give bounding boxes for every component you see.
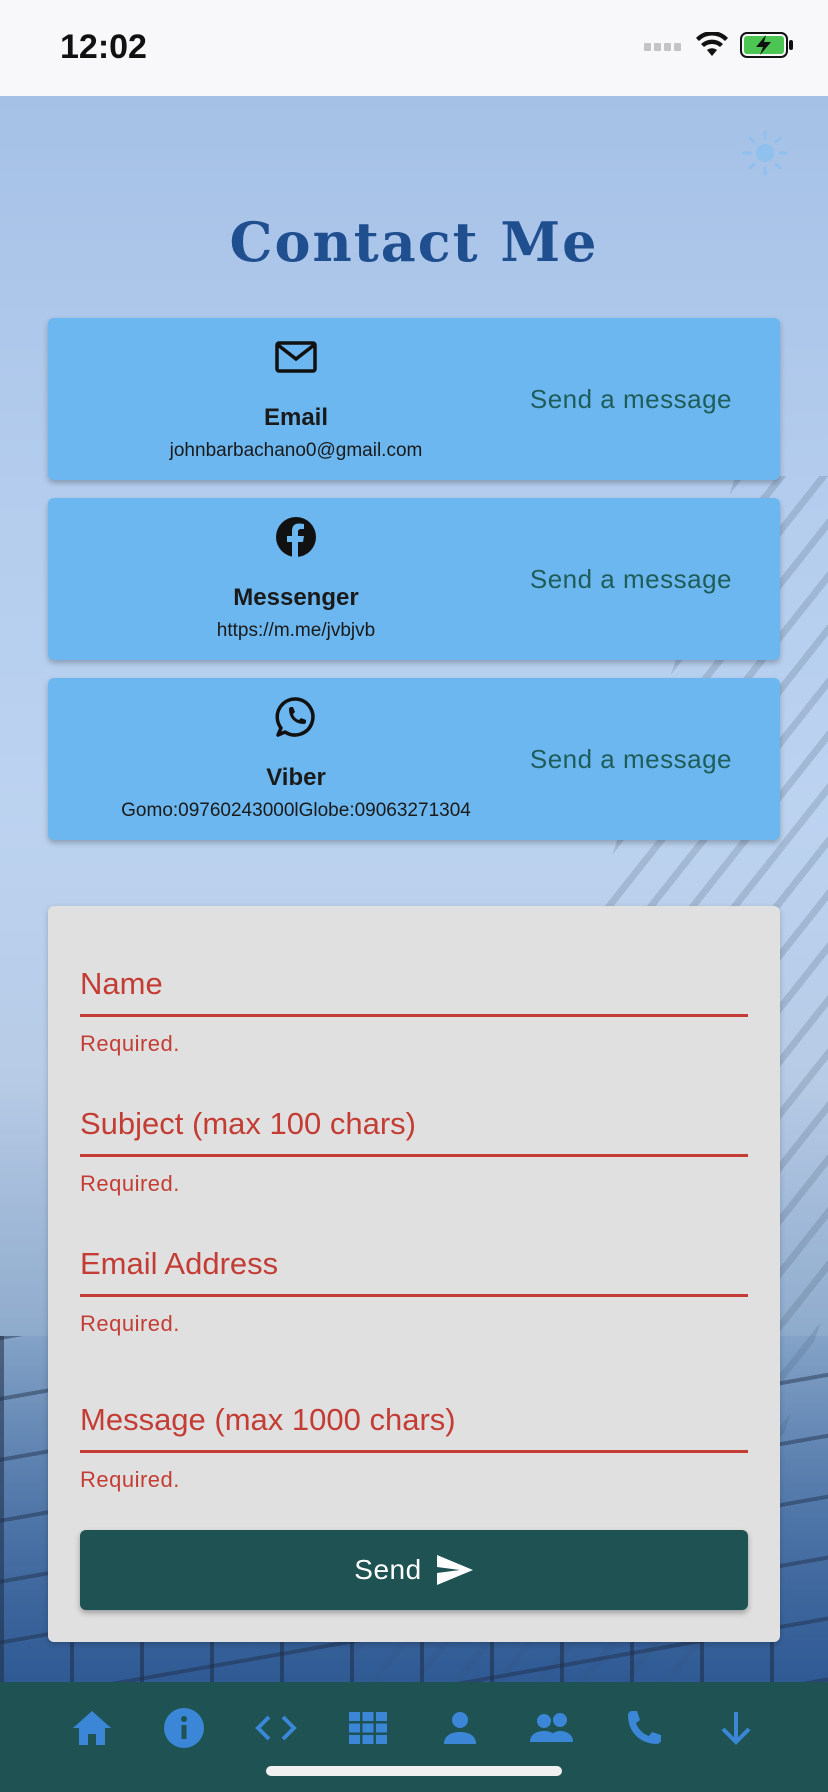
battery-icon — [740, 32, 793, 58]
name-error: Required. — [80, 1031, 180, 1056]
page-title: Contact Me — [229, 210, 599, 274]
home-icon — [73, 1711, 111, 1745]
send-icon — [436, 1555, 473, 1585]
subject-field[interactable]: Subject (max 100 chars) Required. — [80, 1106, 748, 1197]
send-message-link[interactable]: Send a message — [530, 498, 732, 660]
send-message-link[interactable]: Send a message — [530, 318, 732, 480]
message-error: Required. — [80, 1467, 180, 1492]
facebook-icon — [276, 517, 316, 558]
sun-icon[interactable] — [742, 130, 788, 176]
contact-form: Name Required. Subject (max 100 chars) R… — [48, 906, 780, 1642]
person-icon — [444, 1712, 476, 1744]
contact-card-email[interactable]: Email johnbarbachano0@gmail.com Send a m… — [48, 318, 780, 480]
status-icons — [644, 32, 794, 58]
send-button[interactable]: Send — [80, 1530, 748, 1610]
signal-icon — [644, 43, 681, 51]
nav-contact[interactable] — [620, 1704, 668, 1752]
nav-home[interactable] — [68, 1704, 116, 1752]
contact-card-messenger[interactable]: Messenger https://m.me/jvbjvb Send a mes… — [48, 498, 780, 660]
subject-error: Required. — [80, 1171, 180, 1196]
people-icon — [530, 1713, 573, 1742]
status-time: 12:02 — [60, 28, 147, 66]
nav-people[interactable] — [528, 1704, 576, 1752]
send-message-link[interactable]: Send a message — [530, 678, 732, 840]
name-input[interactable]: Name — [80, 966, 748, 1017]
contact-detail: Gomo:09760243000lGlobe:09063271304 — [121, 800, 471, 821]
contact-title: Messenger — [233, 584, 359, 611]
info-icon — [164, 1708, 204, 1748]
status-bar: 12:02 — [0, 0, 828, 96]
code-icon — [255, 1715, 297, 1741]
email-field[interactable]: Email Address Required. — [80, 1246, 748, 1337]
message-field[interactable]: Message (max 1000 chars) Required. — [80, 1402, 748, 1493]
phone-icon — [628, 1711, 661, 1744]
nav-about[interactable] — [160, 1704, 208, 1752]
whatsapp-icon — [275, 697, 315, 737]
contact-detail: johnbarbachano0@gmail.com — [169, 440, 423, 461]
nav-profile[interactable] — [436, 1704, 484, 1752]
contact-card-viber[interactable]: Viber Gomo:09760243000lGlobe:09063271304… — [48, 678, 780, 840]
mail-icon — [275, 341, 317, 373]
message-input[interactable]: Message (max 1000 chars) — [80, 1402, 748, 1453]
home-indicator — [266, 1766, 562, 1776]
contact-detail: https://m.me/jvbjvb — [216, 620, 376, 641]
wifi-icon — [696, 32, 728, 56]
email-error: Required. — [80, 1311, 180, 1336]
nav-code[interactable] — [252, 1704, 300, 1752]
arrow-down-icon — [721, 1712, 751, 1745]
name-field[interactable]: Name Required. — [80, 966, 748, 1057]
nav-apps[interactable] — [344, 1704, 392, 1752]
contact-title: Email — [263, 404, 329, 431]
contact-title: Viber — [266, 764, 326, 791]
nav-download[interactable] — [712, 1704, 760, 1752]
apps-icon — [349, 1712, 387, 1744]
subject-input[interactable]: Subject (max 100 chars) — [80, 1106, 748, 1157]
send-button-label: Send — [354, 1554, 422, 1585]
email-input[interactable]: Email Address — [80, 1246, 748, 1297]
